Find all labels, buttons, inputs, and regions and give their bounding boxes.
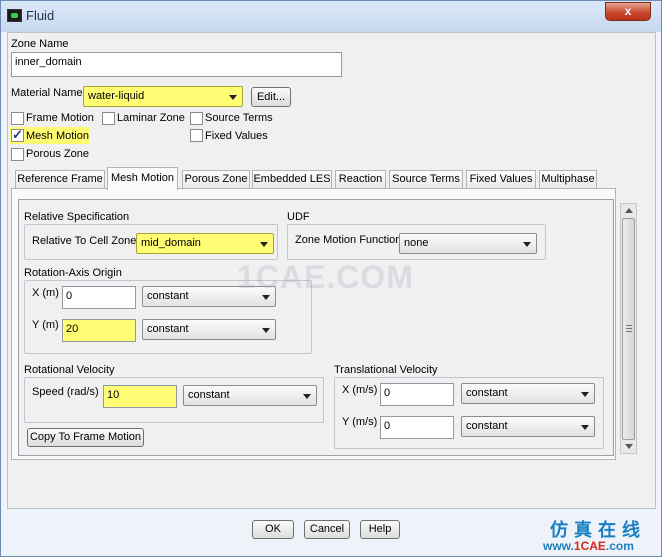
chevron-down-icon [260, 242, 268, 247]
tab-reaction[interactable]: Reaction [335, 170, 386, 189]
origin-x-mode-value: constant [147, 290, 189, 302]
trans-x-label: X (m/s) [342, 384, 378, 396]
tab-source-terms[interactable]: Source Terms [389, 170, 463, 189]
translational-velocity-group: X (m/s) 0 constant Y (m/s) 0 constant [334, 377, 604, 449]
scroll-down-arrow-icon[interactable] [625, 444, 633, 449]
mesh-motion-panel: Relative Specification Relative To Cell … [11, 188, 616, 460]
brand-url: www.1CAE.com [543, 539, 634, 553]
source-terms-label: Source Terms [205, 112, 273, 124]
fixed-values-checkbox[interactable] [190, 129, 203, 142]
frame-motion-label: Frame Motion [26, 112, 94, 124]
chevron-down-icon [303, 394, 311, 399]
trans-y-input[interactable]: 0 [380, 416, 454, 439]
origin-x-input[interactable]: 0 [62, 286, 136, 309]
panel-scrollbar[interactable] [620, 203, 637, 454]
tab-fixed-values[interactable]: Fixed Values [466, 170, 536, 189]
trans-y-mode-value: constant [466, 420, 508, 432]
relative-cell-zone-label: Relative To Cell Zone [32, 235, 137, 247]
porous-zone-label: Porous Zone [26, 148, 89, 160]
chevron-down-icon [229, 95, 237, 100]
tab-reference-frame[interactable]: Reference Frame [15, 170, 105, 189]
tab-mesh-motion[interactable]: Mesh Motion [107, 167, 178, 190]
origin-y-input[interactable]: 20 [62, 319, 136, 342]
laminar-zone-checkbox[interactable] [102, 112, 115, 125]
copy-to-frame-motion-button[interactable]: Copy To Frame Motion [27, 428, 144, 447]
mesh-motion-checkbox[interactable] [11, 127, 24, 143]
brand-url-suffix: .com [605, 539, 634, 553]
relative-spec-title: Relative Specification [24, 211, 130, 223]
fixed-values-label: Fixed Values [205, 130, 268, 142]
udf-group: Zone Motion Function none [287, 224, 546, 260]
translational-velocity-title: Translational Velocity [334, 364, 438, 376]
tab-multiphase[interactable]: Multiphase [539, 170, 597, 189]
chevron-down-icon [581, 425, 589, 430]
rotational-velocity-title: Rotational Velocity [24, 364, 115, 376]
mesh-motion-label: Mesh Motion [26, 130, 89, 142]
material-select[interactable]: water-liquid [83, 86, 243, 107]
source-terms-checkbox[interactable] [190, 112, 203, 125]
material-name-label: Material Name [11, 87, 83, 99]
dialog-body: Zone Name inner_domain Material Name wat… [7, 32, 656, 509]
mesh-motion-content: Relative Specification Relative To Cell … [18, 199, 614, 456]
zone-name-label: Zone Name [11, 38, 69, 50]
trans-y-mode-select[interactable]: constant [461, 416, 595, 437]
origin-y-mode-value: constant [147, 323, 189, 335]
relative-cell-zone-select[interactable]: mid_domain [136, 233, 274, 254]
origin-y-label: Y (m) [32, 319, 59, 331]
brand-url-prefix: www. [543, 539, 574, 553]
scroll-thumb[interactable] [622, 218, 635, 440]
zone-motion-function-label: Zone Motion Function [295, 234, 402, 246]
relative-cell-zone-value: mid_domain [141, 237, 201, 249]
chevron-down-icon [581, 392, 589, 397]
origin-x-label: X (m) [32, 287, 59, 299]
scroll-up-arrow-icon[interactable] [625, 208, 633, 213]
speed-mode-select[interactable]: constant [183, 385, 317, 406]
udf-title: UDF [287, 211, 310, 223]
trans-x-input[interactable]: 0 [380, 383, 454, 406]
close-button[interactable]: x [605, 2, 651, 21]
edit-material-button[interactable]: Edit... [251, 87, 291, 107]
porous-zone-checkbox[interactable] [11, 148, 24, 161]
rotational-velocity-group: Speed (rad/s) 10 constant [24, 377, 324, 423]
grip-line [626, 325, 632, 326]
material-select-value: water-liquid [88, 90, 145, 102]
window-title: Fluid [26, 8, 55, 23]
title-bar[interactable]: Fluid x [1, 1, 661, 32]
trans-y-label: Y (m/s) [342, 416, 378, 428]
trans-x-mode-value: constant [466, 387, 508, 399]
zone-name-input[interactable]: inner_domain [11, 52, 342, 77]
watermark-text: 1CAE.COM [237, 259, 414, 295]
grip-line [626, 328, 632, 329]
rotation-axis-origin-title: Rotation-Axis Origin [24, 267, 122, 279]
zone-motion-function-select[interactable]: none [399, 233, 537, 254]
fluent-app-icon [7, 9, 22, 22]
tab-porous-zone[interactable]: Porous Zone [182, 170, 250, 189]
brand-url-name: 1CAE [573, 539, 606, 553]
chevron-down-icon [262, 328, 270, 333]
speed-input[interactable]: 10 [103, 385, 177, 408]
tab-embedded-les[interactable]: Embedded LES [252, 170, 332, 189]
chevron-down-icon [523, 242, 531, 247]
ok-button[interactable]: OK [252, 520, 294, 539]
fluid-dialog: Fluid x Zone Name inner_domain Material … [0, 0, 662, 557]
cancel-button[interactable]: Cancel [304, 520, 350, 539]
trans-x-mode-select[interactable]: constant [461, 383, 595, 404]
zone-motion-function-value: none [404, 237, 429, 249]
frame-motion-checkbox[interactable] [11, 112, 24, 125]
relative-spec-group: Relative To Cell Zone mid_domain [24, 224, 278, 260]
help-button[interactable]: Help [360, 520, 400, 539]
speed-label: Speed (rad/s) [32, 386, 99, 398]
laminar-zone-label: Laminar Zone [117, 112, 185, 124]
origin-y-mode-select[interactable]: constant [142, 319, 276, 340]
grip-line [626, 331, 632, 332]
speed-mode-value: constant [188, 389, 230, 401]
